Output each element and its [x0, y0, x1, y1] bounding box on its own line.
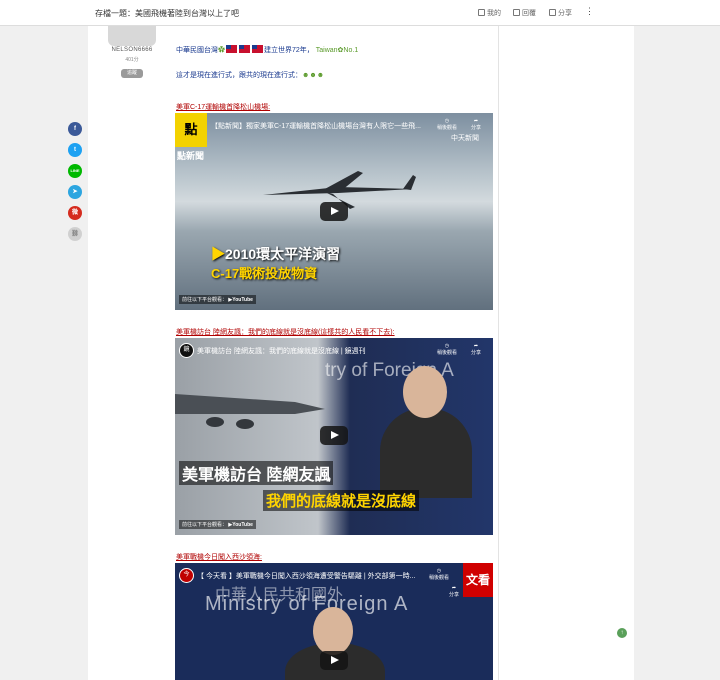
video-title[interactable]: 美軍機訪台 陸網友諷：我們的底線就是沒底線 | 鏡週刊 [197, 346, 437, 356]
play-button[interactable] [320, 651, 348, 670]
caption1-text: 2010環太平洋演習 [225, 246, 341, 262]
taiwan-emoji-text: Taiwan [315, 47, 338, 54]
video-title[interactable]: 【 今天看 】美軍戰機今日闖入西沙領海遭受警告驅離 | 外交部第一時... [197, 571, 437, 581]
reply-icon [513, 9, 520, 16]
author-points: 401分 [125, 57, 139, 63]
video-title[interactable]: 【點新聞】獨家美軍C-17運輸機首降松山機場台灣有人限它一些飛... [211, 121, 451, 131]
scroll-top-icon[interactable]: ↑ [617, 628, 627, 638]
watch-on-label: 前往以下平台觀看： [182, 522, 228, 528]
thread-title: 存檔一題：美國飛機著陸到台灣以上了吧 [95, 9, 239, 18]
video-background-text: Ministry of Foreign A [205, 593, 409, 615]
watch-on-label: 前往以下平台觀看： [182, 297, 228, 303]
flag-icon [252, 45, 263, 53]
avatar[interactable] [108, 26, 156, 46]
reply-button[interactable]: 回覆 [513, 8, 536, 18]
post-text-progress: 這才是現在進行式，跟共的現在進行式： [176, 72, 302, 79]
watch-later-label: 稍後觀看 [428, 575, 449, 581]
channel-badge: 文看 [463, 563, 493, 597]
video-caption-line1: ▶2010環太平洋演習 [211, 244, 340, 264]
flag-icon [239, 45, 250, 53]
youtube-video-embed[interactable]: 今 【 今天看 】美軍戰機今日闖入西沙領海遭受警告驅離 | 外交部第一時... … [175, 563, 493, 680]
youtube-label: YouTube [232, 297, 253, 303]
top-bar: 存檔一題：美國飛機著陸到台灣以上了吧 我的 回覆 分享 ⋮ [0, 0, 720, 26]
bookmark-icon [478, 9, 485, 16]
watch-later-label: 稍後觀看 [436, 125, 457, 131]
video-share-button[interactable]: ➦ 分享 [449, 585, 459, 598]
video-caption-line1: 美軍機訪台 陸網友諷 [179, 461, 334, 485]
more-options-icon[interactable]: ⋮ [585, 6, 594, 17]
post-line-1: 中華民國台灣✿ 建立世界72年， Taiwan✿No.1 [176, 45, 358, 55]
video-share-button[interactable]: ➦ 分享 [471, 343, 481, 356]
channel-logo[interactable]: 今 [179, 568, 194, 583]
video-share-button[interactable]: ➦ 分享 [471, 118, 481, 131]
flag-icon [226, 45, 237, 53]
spokesperson-face [313, 607, 353, 655]
post-text-taiwan: 中華民國台灣 [176, 47, 218, 54]
aircraft-image [175, 394, 325, 429]
section-heading-xisha: 美軍戰機今日闖入西沙領海: [176, 554, 262, 561]
no1-emoji-text: No.1 [343, 47, 359, 54]
bookmark-button[interactable]: 我的 [478, 8, 501, 18]
channel-logo[interactable]: 鏡 [179, 343, 194, 358]
section-heading-visit: 美軍機訪台 陸網友諷：我們的底線就是沒底線(這樣共的人民看不下去): [176, 329, 395, 336]
arrow-icon: ▶ [211, 246, 225, 262]
column-divider [498, 26, 499, 680]
channel-name: 點新聞 [177, 151, 205, 161]
watch-later-button[interactable]: ◷ 稍後觀看 [429, 568, 449, 581]
line-share-icon[interactable]: LINE [68, 164, 82, 178]
video-share-label: 分享 [470, 350, 481, 356]
sprout-icon: ✿ [218, 47, 225, 54]
video-share-label: 分享 [470, 125, 481, 131]
reply-label: 回覆 [522, 10, 536, 17]
share-label: 分享 [558, 10, 572, 17]
post-text-years: 建立世界72年， [264, 47, 314, 54]
bookmark-label: 我的 [487, 10, 501, 17]
post-line-2: 這才是現在進行式，跟共的現在進行式：☻☻☻ [176, 70, 324, 80]
author-username[interactable]: NELSON6666 [104, 47, 160, 53]
weibo-share-icon[interactable]: 微 [68, 206, 82, 220]
news-watermark: 中天新聞 [451, 135, 479, 142]
copy-link-icon[interactable]: ⛓ [68, 227, 82, 241]
watch-later-button[interactable]: ◷ 稍後觀看 [437, 343, 457, 356]
video-caption-line2: 我們的底線就是沒底線 [263, 490, 420, 511]
youtube-label: YouTube [232, 522, 253, 528]
share-button[interactable]: 分享 [549, 8, 572, 18]
watch-on-youtube-link[interactable]: 前往以下平台觀看： ▶YouTube [179, 295, 256, 304]
spokesperson-face [403, 366, 447, 418]
frog-emoji-icon: ☻☻☻ [302, 72, 325, 79]
channel-badge: 點 [175, 113, 207, 147]
facebook-share-icon[interactable]: f [68, 122, 82, 136]
spokesperson-image [380, 408, 472, 498]
telegram-share-icon[interactable]: ➤ [68, 185, 82, 199]
watch-later-button[interactable]: ◷ 稍後觀看 [437, 118, 457, 131]
watch-on-youtube-link[interactable]: 前往以下平台觀看： ▶YouTube [179, 520, 256, 529]
play-button[interactable] [320, 426, 348, 445]
follow-button[interactable]: 追蹤 [121, 69, 143, 78]
video-caption-line2: C-17戰術投放物資 [211, 266, 318, 281]
twitter-share-icon[interactable]: t [68, 143, 82, 157]
share-icon [549, 9, 556, 16]
watch-later-label: 稍後觀看 [436, 350, 457, 356]
youtube-video-embed[interactable]: 點 【點新聞】獨家美軍C-17運輸機首降松山機場台灣有人限它一些飛... 點新聞… [175, 113, 493, 310]
section-heading-c17: 美軍C-17運輸機首降松山機場: [176, 104, 271, 111]
play-button[interactable] [320, 202, 348, 221]
video-share-label: 分享 [448, 592, 459, 598]
youtube-video-embed[interactable]: 鏡 美軍機訪台 陸網友諷：我們的底線就是沒底線 | 鏡週刊 try of For… [175, 338, 493, 535]
